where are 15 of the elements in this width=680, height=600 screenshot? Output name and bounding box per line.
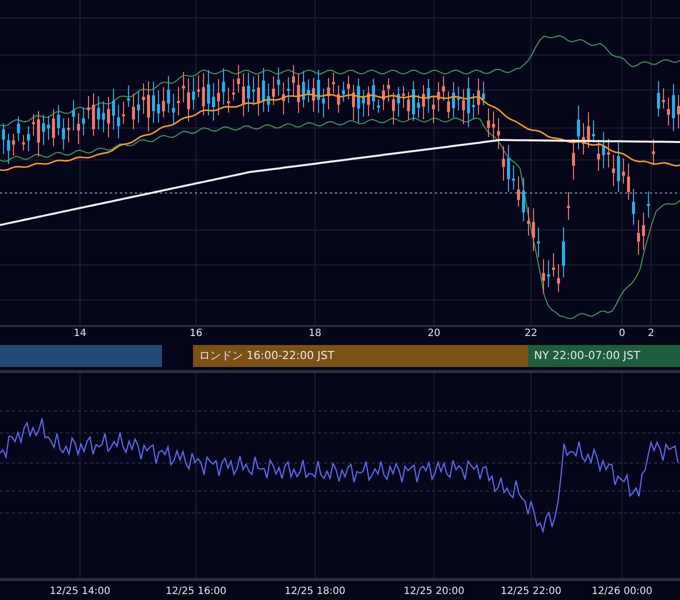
session-bar: ロンドン 16:00-22:00 JST [193,345,528,367]
hour-tick-label: 18 [308,328,322,339]
hour-tick-label: 16 [190,328,202,339]
time-axis-label: 12/25 22:00 [500,586,562,597]
hour-tick-label: 22 [524,328,538,339]
session-bar: NY 22:00-07:00 JST [528,345,680,367]
time-axis-label: 12/25 16:00 [166,586,226,597]
hour-tick-label: 0 [618,328,626,339]
hour-tick-label: 14 [74,328,86,339]
hour-tick-label: 2 [648,328,654,339]
time-axis-label: 12/26 00:00 [592,586,652,597]
time-axis-label: 12/25 18:00 [284,586,346,597]
time-axis-label: 12/25 14:00 [50,586,110,597]
time-axis-label: 12/25 20:00 [404,586,464,597]
hour-tick-label: 20 [428,328,440,339]
